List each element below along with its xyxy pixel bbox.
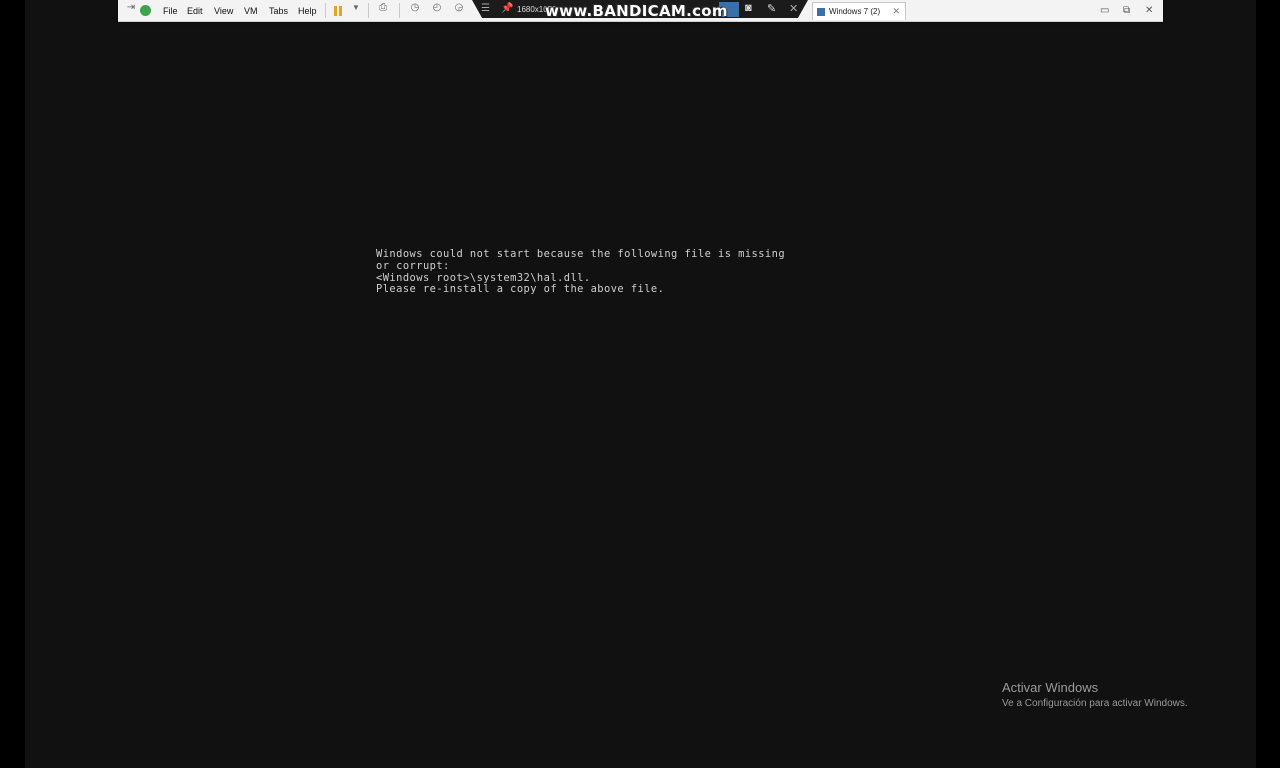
menu-edit[interactable]: Edit xyxy=(183,0,207,21)
menu-vm[interactable]: VM xyxy=(240,0,262,21)
tab-close-icon[interactable]: ✕ xyxy=(892,6,900,17)
window-close-icon[interactable]: ✕ xyxy=(1145,0,1153,21)
menu-tabs[interactable]: Tabs xyxy=(265,0,292,21)
pencil-icon[interactable]: ✎ xyxy=(767,2,776,15)
snapshot-icon[interactable]: ◷ xyxy=(408,0,422,14)
minimize-icon[interactable]: ▭ xyxy=(1100,0,1109,21)
pin-back-icon[interactable]: ⇥ xyxy=(124,0,138,14)
bandicam-watermark: www.BANDICAM.com xyxy=(545,2,728,20)
toolbar-divider xyxy=(368,3,369,18)
activation-title: Activar Windows xyxy=(1002,680,1099,695)
toolbar-divider xyxy=(399,3,400,18)
menu-file[interactable]: File xyxy=(159,0,182,21)
boot-error-line: Please re-install a copy of the above fi… xyxy=(376,283,665,296)
boot-error-line: or corrupt: xyxy=(376,259,450,272)
menu-help[interactable]: Help xyxy=(294,0,321,21)
vm-screen[interactable] xyxy=(25,0,1256,768)
boot-error-message: Windows could not start because the foll… xyxy=(376,248,785,296)
camera-icon[interactable]: ◙ xyxy=(745,2,752,14)
snapshot-manager-icon[interactable]: ◶ xyxy=(452,0,466,14)
pin-icon[interactable]: 📌 xyxy=(501,3,513,14)
activation-subtitle: Ve a Configuración para activar Windows. xyxy=(1002,698,1188,709)
vm-tab-title: Windows 7 (2) xyxy=(829,7,881,16)
restore-icon[interactable]: ⧉ xyxy=(1123,0,1130,21)
dropdown-arrow-icon[interactable]: ▼ xyxy=(349,0,363,14)
pause-icon[interactable] xyxy=(334,0,342,21)
power-on-icon[interactable] xyxy=(140,0,151,21)
send-keys-icon[interactable]: ⎙ xyxy=(376,0,390,14)
close-icon[interactable]: ✕ xyxy=(789,2,798,15)
snapshot-revert-icon[interactable]: ◴ xyxy=(430,0,444,14)
vm-icon xyxy=(817,7,825,16)
menu-view[interactable]: View xyxy=(210,0,237,21)
menu-icon[interactable]: ☰ xyxy=(481,3,490,14)
toolbar-divider xyxy=(325,3,326,18)
vm-tab[interactable]: Windows 7 (2) ✕ xyxy=(812,2,906,20)
activation-watermark: Activar Windows Ve a Configuración para … xyxy=(1002,680,1188,709)
